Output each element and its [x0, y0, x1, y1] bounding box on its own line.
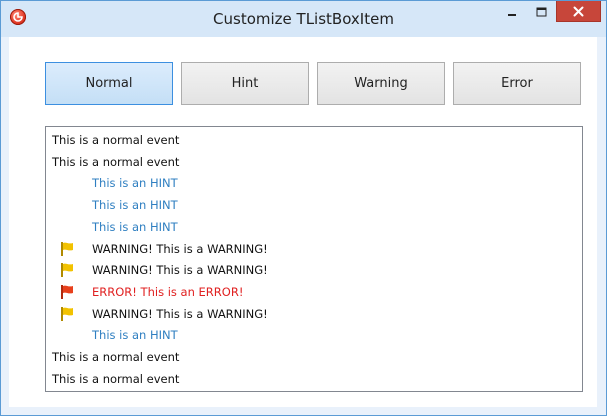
list-item-text: This is an HINT	[92, 328, 178, 343]
list-item-text: WARNING! This is a WARNING!	[92, 241, 268, 256]
list-item-text: This is a normal event	[52, 133, 180, 147]
list-item[interactable]: WARNING! This is a WARNING!	[46, 238, 582, 260]
list-item[interactable]: This is a normal event	[46, 151, 582, 173]
error-button[interactable]: Error	[453, 62, 581, 105]
list-item-text: This is a normal event	[52, 154, 180, 169]
close-icon	[573, 6, 584, 16]
list-item[interactable]: WARNING! This is a WARNING!	[46, 259, 582, 281]
list-item-text: This is an HINT	[92, 219, 178, 234]
minimize-icon	[508, 13, 516, 16]
warning-button[interactable]: Warning	[317, 62, 445, 105]
client-area: Normal Hint Warning Error This is a norm…	[9, 37, 597, 407]
list-item[interactable]: This is a normal event	[46, 368, 582, 390]
list-item-text: This is a normal event	[52, 350, 180, 364]
app-window: Customize TListBoxItem Normal Hint Warni…	[0, 0, 607, 416]
list-item[interactable]: This is an HINT	[46, 194, 582, 216]
list-item[interactable]: This is a normal event	[46, 346, 582, 368]
list-item[interactable]: ERROR! This is an ERROR!	[46, 281, 582, 303]
yellow-flag-icon	[61, 263, 73, 278]
list-item-text: ERROR! This is an ERROR!	[92, 284, 244, 299]
normal-button[interactable]: Normal	[45, 62, 173, 105]
close-button[interactable]	[556, 1, 601, 22]
list-item-text: This is an HINT	[92, 176, 178, 191]
list-item[interactable]: WARNING! This is a WARNING!	[46, 303, 582, 325]
maximize-icon	[536, 7, 546, 16]
list-item-text: This is an HINT	[92, 198, 178, 213]
red-flag-icon	[61, 284, 73, 299]
list-item[interactable]: This is a normal event	[46, 129, 582, 151]
list-item-text: WARNING! This is a WARNING!	[92, 306, 268, 321]
minimize-button[interactable]	[499, 1, 525, 22]
maximize-button[interactable]	[528, 1, 554, 22]
list-item[interactable]: This is an HINT	[46, 216, 582, 238]
event-listbox[interactable]: This is a normal event This is a normal e…	[45, 126, 583, 392]
title-bar[interactable]: Customize TListBoxItem	[1, 1, 606, 37]
yellow-flag-icon	[61, 241, 73, 256]
list-item-text: This is a normal event	[52, 371, 180, 386]
yellow-flag-icon	[61, 306, 73, 321]
hint-button[interactable]: Hint	[181, 62, 309, 105]
list-item-text: WARNING! This is a WARNING!	[92, 263, 268, 278]
list-item[interactable]: This is an HINT	[46, 172, 582, 194]
list-item[interactable]: This is an HINT	[46, 324, 582, 346]
